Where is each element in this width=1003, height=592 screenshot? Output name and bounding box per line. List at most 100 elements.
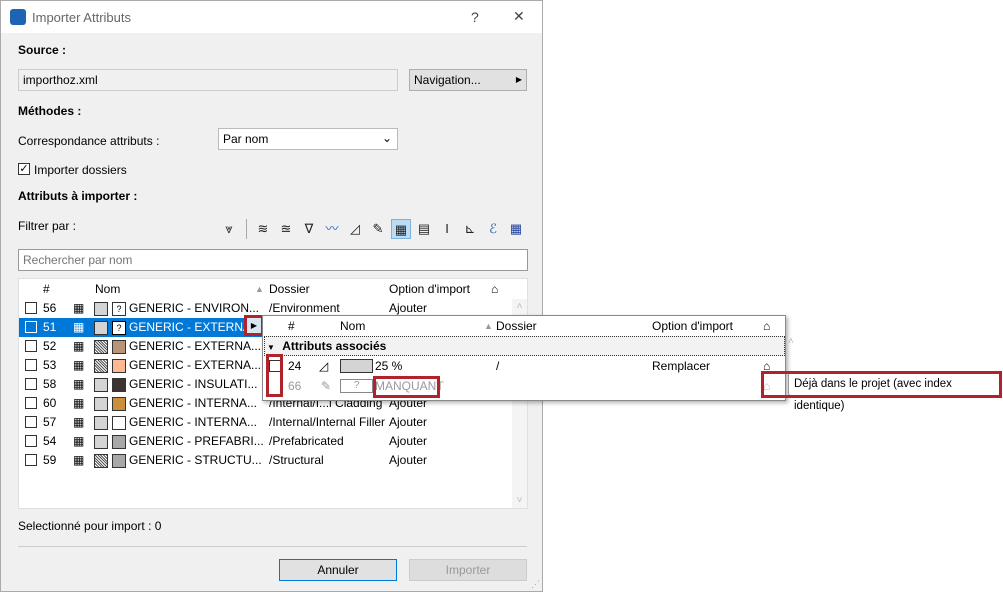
col-header-id[interactable]: # xyxy=(43,279,50,299)
color-swatch xyxy=(112,359,126,373)
navigation-button[interactable]: Navigation... ▶ xyxy=(409,69,527,91)
mep-system-icon[interactable]: ℰ xyxy=(483,219,503,239)
popup-col-header-id[interactable]: # xyxy=(288,316,295,336)
fill-swatch xyxy=(340,359,373,373)
fill-swatch xyxy=(94,359,108,373)
chevron-down-icon: ⌄ xyxy=(381,131,392,145)
group-label: Attributs associés xyxy=(282,339,387,353)
table-row[interactable]: 57 ▦ GENERIC - INTERNA... /Internal/Inte… xyxy=(19,413,512,432)
row-id: 57 xyxy=(43,415,57,429)
methods-label: Méthodes : xyxy=(18,104,82,118)
fill-icon[interactable]: ◿ xyxy=(345,219,365,239)
house-icon: ⌂ xyxy=(491,282,499,296)
zone-category-icon[interactable]: ⊾ xyxy=(460,219,480,239)
import-attributes-dialog: Importer Attributs ? ✕ Source : importho… xyxy=(0,0,543,592)
profile-icon[interactable]: I xyxy=(437,219,457,239)
row-option: Ajouter xyxy=(389,453,428,467)
layer-icon[interactable]: ≋ xyxy=(253,219,273,239)
row-option: Ajouter xyxy=(389,434,428,448)
col-header-name[interactable]: Nom xyxy=(95,279,120,299)
operation-profile-icon[interactable]: ▦ xyxy=(506,219,526,239)
line-type-icon[interactable]: 〰 xyxy=(322,219,342,239)
composite-icon[interactable]: ▤ xyxy=(414,219,434,239)
close-button[interactable]: ✕ xyxy=(513,8,525,25)
fill-swatch xyxy=(94,340,108,354)
row-checkbox[interactable] xyxy=(25,321,37,333)
cancel-button[interactable]: Annuler xyxy=(279,559,397,581)
layer-combination-icon[interactable]: ≊ xyxy=(276,219,296,239)
source-label: Source : xyxy=(18,43,67,57)
col-header-folder[interactable]: Dossier xyxy=(269,279,310,299)
building-material-icon: ▦ xyxy=(73,377,85,391)
help-button[interactable]: ? xyxy=(471,9,479,25)
table-row[interactable]: 54 ▦ GENERIC - PREFABRI... /Prefabricate… xyxy=(19,432,512,451)
list-item[interactable]: 24 ◿ 25 % / Remplacer ⌂ xyxy=(263,356,773,376)
pen-set-icon[interactable]: ∇ xyxy=(299,219,319,239)
missing-highlight xyxy=(373,376,440,398)
row-id: 59 xyxy=(43,453,57,467)
row-folder: / xyxy=(496,359,500,373)
row-checkbox[interactable] xyxy=(25,435,37,447)
row-folder: /Prefabricated xyxy=(269,434,344,448)
building-material-icon: ▦ xyxy=(73,396,85,410)
filter-icon[interactable]: ⩔ xyxy=(219,219,239,239)
row-checkbox[interactable] xyxy=(25,359,37,371)
fill-swatch xyxy=(94,302,108,316)
popup-col-header-option[interactable]: Option d'import xyxy=(652,316,733,336)
building-material-icon: ▦ xyxy=(73,453,85,467)
fill-swatch xyxy=(94,378,108,392)
match-dropdown[interactable]: Par nom ⌄ xyxy=(218,128,398,150)
house-icon: ⌂ xyxy=(763,319,771,333)
row-name: GENERIC - EXTERNA... xyxy=(129,339,262,353)
scrollbar[interactable]: ˄ xyxy=(788,336,794,347)
row-checkbox[interactable] xyxy=(25,302,37,314)
row-id: 58 xyxy=(43,377,57,391)
row-name: GENERIC - PREFABRI... xyxy=(129,434,264,448)
import-folders-checkbox[interactable]: ✓ xyxy=(18,163,30,175)
title-bar: Importer Attributs ? ✕ xyxy=(1,1,542,33)
fill-swatch xyxy=(94,397,108,411)
row-name: GENERIC - INSULATI... xyxy=(129,377,258,391)
match-value: Par nom xyxy=(223,132,269,146)
row-checkbox[interactable] xyxy=(25,416,37,428)
building-material-icon[interactable]: ▦ xyxy=(391,219,411,239)
sort-asc-icon: ▲ xyxy=(255,284,264,294)
group-associated-attributes[interactable]: ▼ Attributs associés xyxy=(264,336,785,356)
divider xyxy=(246,219,247,239)
row-checkbox[interactable] xyxy=(25,378,37,390)
tooltip-highlight xyxy=(761,371,1002,398)
associated-attributes-popup: # Nom ▲ Dossier Option d'import ⌂ ▼ Attr… xyxy=(262,315,794,401)
surface-icon[interactable]: ✎ xyxy=(368,219,388,239)
row-name: GENERIC - ENVIRON... xyxy=(129,301,260,315)
caret-down-icon: ▼ xyxy=(267,343,275,352)
attributes-label: Attributs à importer : xyxy=(18,189,138,203)
expand-associated-button[interactable]: ▶ xyxy=(247,318,261,333)
row-id: 60 xyxy=(43,396,57,410)
color-swatch-missing: ? xyxy=(112,302,126,316)
row-id: 56 xyxy=(43,301,57,315)
popup-col-header-name[interactable]: Nom xyxy=(340,316,365,336)
row-name: GENERIC - INTERNA... xyxy=(129,415,258,429)
fill-swatch xyxy=(94,454,108,468)
import-button[interactable]: Importer xyxy=(409,559,527,581)
search-input[interactable] xyxy=(18,249,528,271)
row-id: 53 xyxy=(43,358,57,372)
color-swatch-missing: ? xyxy=(112,321,126,335)
color-swatch xyxy=(112,340,126,354)
row-checkbox[interactable] xyxy=(25,454,37,466)
list-item[interactable]: 66 ✎ ? MANQUANT ⌂ xyxy=(263,376,773,396)
popup-col-header-folder[interactable]: Dossier xyxy=(496,316,537,336)
table-row[interactable]: 59 ▦ GENERIC - STRUCTU... /Structural Aj… xyxy=(19,451,512,470)
resize-grip[interactable]: ⋰ xyxy=(531,579,540,590)
app-logo-icon xyxy=(10,9,26,25)
col-header-option[interactable]: Option d'import xyxy=(389,279,470,299)
row-name: GENERIC - EXTERNA... xyxy=(129,320,262,334)
row-option: Ajouter xyxy=(389,415,428,429)
row-checkbox[interactable] xyxy=(25,397,37,409)
fill-swatch xyxy=(94,416,108,430)
fill-swatch xyxy=(94,321,108,335)
filter-label: Filtrer par : xyxy=(18,219,77,233)
source-field[interactable]: importhoz.xml xyxy=(18,69,398,91)
row-checkbox[interactable] xyxy=(25,340,37,352)
row-id: 51 xyxy=(43,320,57,334)
